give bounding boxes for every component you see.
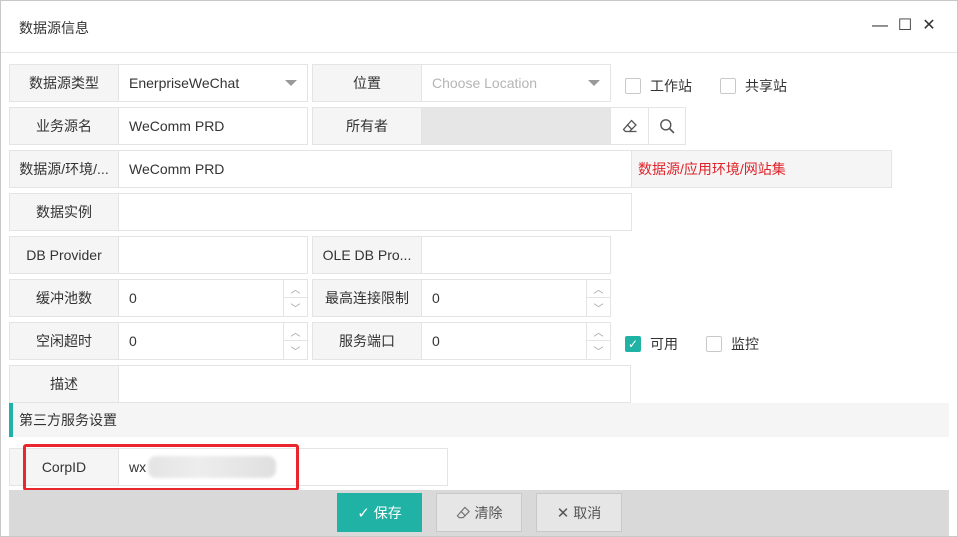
pool-label: 缓冲池数 (9, 279, 119, 317)
checkmark-icon: ✓ (625, 336, 641, 352)
port-spinner: ︿ ﹀ (586, 323, 610, 359)
type-label: 数据源类型 (9, 64, 119, 102)
shared-label: 共享站 (745, 78, 787, 94)
max-conn-stepper[interactable]: 0 ︿ ﹀ (421, 279, 611, 317)
cancel-label: 取消 (573, 504, 602, 521)
checkbox-icon (706, 336, 722, 352)
save-button[interactable]: ✓ 保存 (337, 493, 422, 532)
chevron-down-icon (285, 80, 297, 86)
env-hint: 数据源/应用环境/网站集 (631, 150, 892, 188)
checkbox-icon (720, 78, 736, 94)
port-value: 0 (432, 333, 440, 349)
idle-value: 0 (129, 333, 137, 349)
minimize-icon[interactable]: — (872, 18, 888, 34)
shared-checkbox[interactable]: 共享站 (720, 76, 787, 96)
location-label: 位置 (312, 64, 422, 102)
eraser-icon (456, 506, 470, 519)
ole-provider-label: OLE DB Pro... (312, 236, 422, 274)
data-source-dialog: 数据源信息 — ☐ ✕ 数据源类型 EnerpriseWeChat 位置 Cho… (0, 0, 958, 537)
checkbox-icon (625, 78, 641, 94)
db-provider-input[interactable] (118, 236, 308, 274)
section-title: 第三方服务设置 (19, 412, 117, 428)
location-placeholder: Choose Location (432, 75, 538, 91)
env-input[interactable]: WeComm PRD (118, 150, 632, 188)
title-bar: 数据源信息 — ☐ ✕ (1, 1, 957, 53)
env-label: 数据源/环境/... (9, 150, 119, 188)
owner-label: 所有者 (312, 107, 422, 145)
checkmark-icon: ✓ (357, 504, 370, 522)
db-provider-label: DB Provider (9, 236, 119, 274)
idle-label: 空闲超时 (9, 322, 119, 360)
instance-label: 数据实例 (9, 193, 119, 231)
maximize-icon[interactable]: ☐ (897, 18, 913, 34)
search-icon (660, 119, 675, 134)
highlight-box (23, 444, 299, 491)
enabled-label: 可用 (650, 336, 678, 352)
max-conn-value: 0 (432, 290, 440, 306)
port-stepper[interactable]: 0 ︿ ﹀ (421, 322, 611, 360)
close-icon[interactable]: ✕ (921, 18, 937, 34)
location-select[interactable]: Choose Location (421, 64, 611, 102)
chevron-down-icon (588, 80, 600, 86)
chevron-down-icon[interactable]: ﹀ (284, 298, 307, 316)
port-label: 服务端口 (312, 322, 422, 360)
chevron-down-icon[interactable]: ﹀ (587, 341, 610, 359)
business-name-label: 业务源名 (9, 107, 119, 145)
chevron-down-icon[interactable]: ﹀ (284, 341, 307, 359)
clear-button[interactable]: 清除 (436, 493, 522, 532)
chevron-down-icon[interactable]: ﹀ (587, 298, 610, 316)
workstation-checkbox[interactable]: 工作站 (625, 76, 692, 96)
clear-label: 清除 (474, 504, 503, 521)
idle-spinner: ︿ ﹀ (283, 323, 307, 359)
chevron-up-icon[interactable]: ︿ (587, 280, 610, 298)
eraser-button[interactable] (610, 107, 649, 145)
pool-spinner: ︿ ﹀ (283, 280, 307, 316)
desc-input[interactable] (118, 365, 631, 403)
chevron-up-icon[interactable]: ︿ (284, 280, 307, 298)
business-name-input[interactable]: WeComm PRD (118, 107, 308, 145)
third-party-section-header: 第三方服务设置 (9, 403, 949, 437)
idle-stepper[interactable]: 0 ︿ ﹀ (118, 322, 308, 360)
close-icon: ✕ (556, 504, 570, 522)
pool-value: 0 (129, 290, 137, 306)
instance-input[interactable] (118, 193, 632, 231)
desc-label: 描述 (9, 365, 119, 403)
save-label: 保存 (373, 504, 402, 521)
monitor-checkbox[interactable]: 监控 (706, 334, 759, 354)
max-conn-spinner: ︿ ﹀ (586, 280, 610, 316)
max-conn-label: 最高连接限制 (312, 279, 422, 317)
eraser-icon (622, 119, 637, 133)
ole-provider-input[interactable] (421, 236, 611, 274)
monitor-label: 监控 (731, 336, 759, 352)
dialog-title: 数据源信息 (19, 20, 89, 36)
enabled-checkbox[interactable]: ✓ 可用 (625, 334, 678, 354)
business-name-value: WeComm PRD (129, 118, 225, 134)
type-select-value: EnerpriseWeChat (129, 75, 240, 91)
chevron-up-icon[interactable]: ︿ (587, 323, 610, 341)
workstation-label: 工作站 (650, 78, 692, 94)
env-value: WeComm PRD (129, 161, 225, 177)
search-button[interactable] (648, 107, 686, 145)
cancel-button[interactable]: ✕ 取消 (536, 493, 622, 532)
type-select[interactable]: EnerpriseWeChat (118, 64, 308, 102)
chevron-up-icon[interactable]: ︿ (284, 323, 307, 341)
pool-stepper[interactable]: 0 ︿ ﹀ (118, 279, 308, 317)
owner-input (421, 107, 611, 145)
